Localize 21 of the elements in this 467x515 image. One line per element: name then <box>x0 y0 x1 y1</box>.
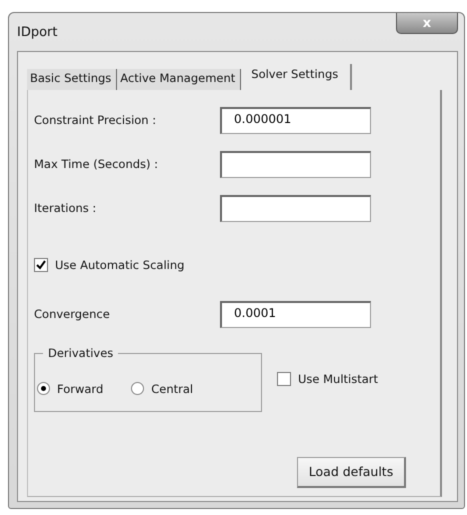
checkbox[interactable]: Use Automatic Scaling <box>34 258 184 272</box>
field-label: Constraint Precision : <box>34 113 158 127</box>
checkmark-icon <box>36 260 46 270</box>
window-title: IDport <box>17 25 58 40</box>
input-field[interactable] <box>220 194 371 222</box>
tab[interactable]: Basic Settings <box>27 69 118 90</box>
group-title: Derivatives <box>47 346 114 360</box>
field-label: Convergence <box>34 307 111 321</box>
input-field[interactable]: 0.000001 <box>220 106 371 134</box>
input-field[interactable]: 0.0001 <box>220 300 371 328</box>
field-label: Max Time (Seconds) : <box>34 157 160 171</box>
tab[interactable]: Active Management <box>117 69 242 90</box>
field-label: Iterations : <box>34 201 98 215</box>
checkbox[interactable]: Use Multistart <box>277 372 378 386</box>
radio-circle[interactable] <box>131 382 144 395</box>
radio-button[interactable]: Forward <box>37 366 104 411</box>
radio-dot-icon <box>41 386 46 391</box>
load-defaults-button[interactable]: Load defaults <box>297 456 406 488</box>
radio-circle[interactable] <box>37 382 50 395</box>
radio-button[interactable]: Central <box>131 366 194 411</box>
input-field[interactable] <box>220 150 371 178</box>
